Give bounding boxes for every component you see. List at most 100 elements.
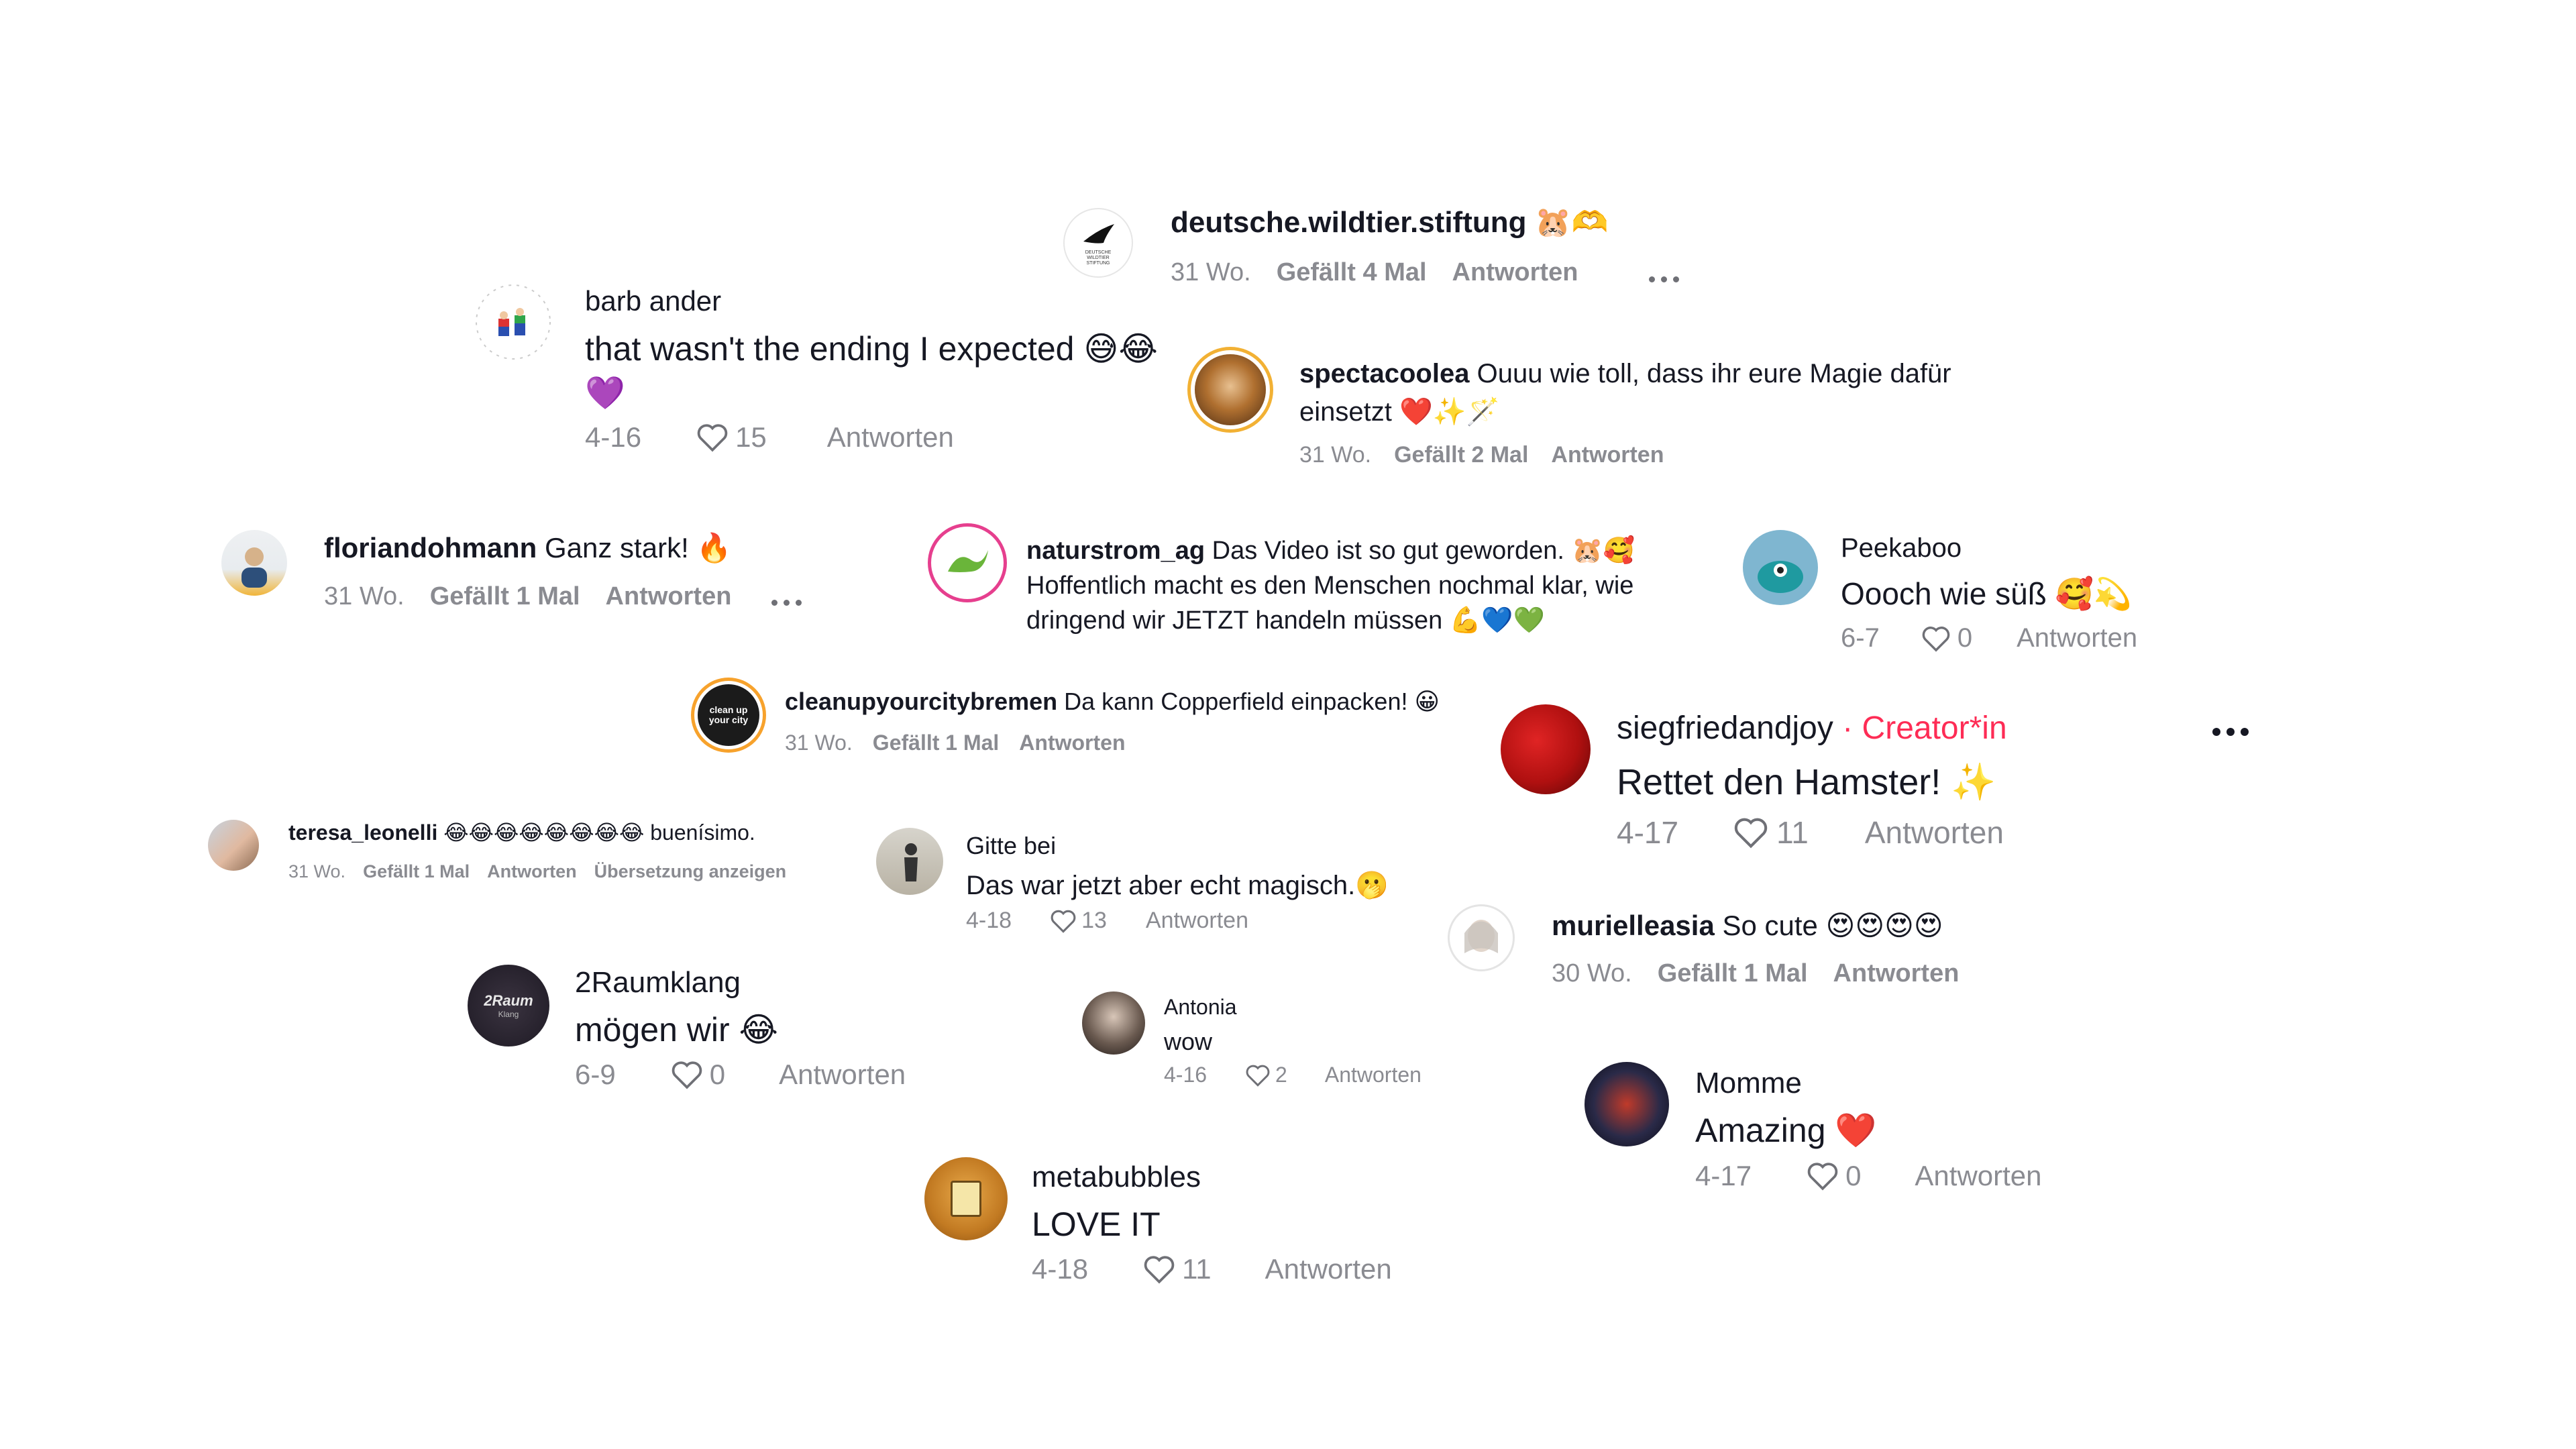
username[interactable]: teresa_leonelli [288,820,437,845]
avatar[interactable] [1585,1062,1669,1146]
comment-age: 30 Wo. [1552,959,1632,987]
avatar[interactable] [208,820,259,871]
avatar[interactable] [1448,904,1515,971]
username[interactable]: floriandohmann [324,532,537,564]
username[interactable]: Antonia [1164,995,1421,1020]
like-button[interactable]: 11 [1732,814,1809,851]
comment-text: Da kann Copperfield einpacken! 😀 [1064,688,1440,715]
likes-count[interactable]: Gefällt 4 Mal [1277,258,1427,287]
like-button[interactable]: 0 [1805,1160,1861,1192]
svg-text:WILDTIER: WILDTIER [1087,256,1109,260]
reply-button[interactable]: Antworten [1452,258,1578,287]
comment-text: wow [1164,1028,1213,1055]
more-options-icon[interactable] [2212,728,2249,736]
avatar[interactable] [924,1157,1008,1240]
comment-text: Ouuu wie toll, dass ihr eure Magie dafür [1477,359,1951,388]
reply-button[interactable]: Antworten [1265,1253,1392,1285]
comment-murielleasia: murielleasia So cute 😍😍😍😍 30 Wo. Gefällt… [1552,909,1959,988]
username[interactable]: metabubbles [1032,1161,1392,1194]
username[interactable]: cleanupyourcitybremen [785,688,1057,715]
reply-button[interactable]: Antworten [1865,814,2004,851]
comment-text: Ganz stark! 🔥 [545,532,732,564]
comment-barb: barb ander that wasn't the ending I expe… [585,285,1158,453]
avatar[interactable] [934,530,1000,596]
eagle-logo-icon: DEUTSCHE WILDTIER STIFTUNG [1083,224,1114,266]
comment-text: Rettet den Hamster! ✨ [1617,762,1996,802]
username[interactable]: 2Raumklang [575,966,906,1000]
comment-date: 4-17 [1617,815,1679,850]
comment-naturstrom: naturstrom_ag Das Video ist so gut gewor… [1026,533,1635,638]
username[interactable]: Peekaboo [1841,533,2137,564]
username[interactable]: siegfriedandjoy [1617,710,1833,746]
like-count: 13 [1081,908,1107,933]
reply-button[interactable]: Antworten [1833,959,1960,988]
comment-cleanup: cleanupyourcitybremen Da kann Copperfiel… [785,688,1440,755]
heart-icon [672,1061,702,1089]
comment-date: 6-9 [575,1059,616,1090]
reply-button[interactable]: Antworten [779,1059,906,1091]
comment-age: 31 Wo. [785,731,853,755]
comment-momme: Momme Amazing ❤️ 4-17 0 Antworten [1695,1067,2042,1192]
likes-count[interactable]: Gefällt 1 Mal [873,731,1000,755]
like-button[interactable]: 0 [1920,623,1972,653]
avatar[interactable] [876,828,943,895]
reply-button[interactable]: Antworten [2017,623,2137,653]
comment-text-line2: 💜 [585,376,625,411]
more-options-icon[interactable] [1649,276,1679,282]
more-options-icon[interactable] [771,600,802,606]
like-button[interactable]: 13 [1049,908,1107,934]
reply-button[interactable]: Antworten [1915,1160,2041,1192]
avatar[interactable] [221,530,287,596]
username[interactable]: barb ander [585,285,1158,317]
reply-button[interactable]: Antworten [1551,442,1664,468]
reply-button[interactable]: Antworten [1325,1063,1421,1087]
reply-button[interactable]: Antworten [1019,731,1125,755]
username[interactable]: deutsche.wildtier.stiftung [1171,206,1527,239]
avatar[interactable]: clean up your city [698,684,759,746]
username[interactable]: spectacoolea [1299,359,1469,388]
like-count: 0 [1845,1160,1862,1191]
like-button[interactable]: 0 [669,1059,725,1091]
comment-deutsche: deutsche.wildtier.stiftung 🐹🫶 31 Wo. Gef… [1171,205,1608,287]
clean-up-logo-icon: clean up your city [708,704,749,725]
raumklang-logo: 2Raum [484,992,533,1009]
heart-icon [1246,1065,1270,1087]
username[interactable]: murielleasia [1552,910,1715,941]
like-count: 11 [1182,1253,1212,1285]
username[interactable]: Gitte bei [966,832,1389,860]
likes-count[interactable]: Gefällt 1 Mal [430,582,580,611]
avatar[interactable] [473,282,553,362]
likes-count[interactable]: Gefällt 1 Mal [1658,959,1808,988]
comment-text: 🐹🫶 [1534,206,1609,239]
likes-count[interactable]: Gefällt 2 Mal [1394,442,1528,468]
characters-icon [476,284,551,360]
like-button[interactable]: 2 [1244,1063,1287,1087]
like-button[interactable]: 11 [1142,1253,1212,1285]
avatar[interactable]: DEUTSCHE WILDTIER STIFTUNG [1063,208,1133,278]
comment-gitte: Gitte bei Das war jetzt aber echt magisc… [966,832,1389,934]
reply-button[interactable]: Antworten [487,861,576,882]
comment-age: 31 Wo. [324,582,405,610]
likes-count[interactable]: Gefällt 1 Mal [363,861,470,882]
reply-button[interactable]: Antworten [606,582,732,611]
avatar[interactable] [1082,991,1145,1055]
comment-metabubbles: metabubbles LOVE IT 4-18 11 Antworten [1032,1161,1392,1285]
username[interactable]: naturstrom_ag [1026,537,1205,565]
svg-text:STIFTUNG: STIFTUNG [1087,261,1110,266]
avatar[interactable]: 2Raum Klang [468,965,549,1046]
comment-text-line2: einsetzt ❤️✨🪄 [1299,397,1500,427]
username[interactable]: Momme [1695,1067,2042,1100]
like-button[interactable]: 15 [695,421,767,453]
comment-text: mögen wir 😂 [575,1011,778,1049]
comment-text: Das war jetzt aber echt magisch.🫢 [966,871,1389,900]
translate-button[interactable]: Übersetzung anzeigen [594,861,787,882]
reply-button[interactable]: Antworten [827,421,954,453]
comment-text: Das Video ist so gut geworden. 🐹🥰 [1212,537,1635,565]
comment-text: that wasn't the ending I expected 😅😂 [585,330,1158,368]
avatar[interactable] [1743,530,1818,605]
comment-siegfried: siegfriedandjoy · Creator*in Rettet den … [1617,710,2007,851]
comment-antonia: Antonia wow 4-16 2 Antworten [1164,995,1421,1087]
avatar[interactable] [1501,704,1591,794]
avatar[interactable] [1195,354,1266,425]
reply-button[interactable]: Antworten [1146,908,1248,934]
